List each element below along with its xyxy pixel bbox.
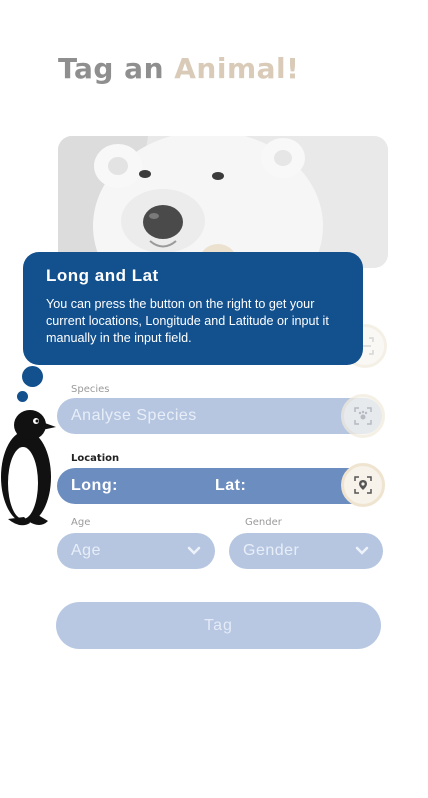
gender-label: Gender <box>245 517 282 528</box>
title-accent: Animal! <box>174 52 300 85</box>
get-location-button[interactable] <box>341 463 385 507</box>
page-title: Tag an Animal! <box>58 52 299 85</box>
longitude-field[interactable]: Long: <box>71 477 118 495</box>
tooltip: Long and Lat You can press the button on… <box>23 252 363 365</box>
tooltip-heading: Long and Lat <box>46 266 159 285</box>
location-input[interactable]: Long: Lat: <box>57 468 382 504</box>
scan-paw-icon <box>354 407 372 425</box>
analyse-species-button[interactable] <box>341 394 385 438</box>
polar-bear-image <box>58 136 388 268</box>
latitude-field[interactable]: Lat: <box>215 477 246 495</box>
location-label: Location <box>71 453 120 464</box>
species-label: Species <box>71 384 110 395</box>
tooltip-body: You can press the button on the right to… <box>46 297 329 345</box>
title-text: Tag an <box>58 52 175 85</box>
tag-button[interactable]: Tag <box>56 602 381 649</box>
age-value: Age <box>71 542 101 559</box>
animal-photo[interactable] <box>58 136 388 268</box>
species-input[interactable]: Analyse Species <box>57 398 382 434</box>
age-select[interactable]: Age <box>57 533 215 569</box>
locate-icon <box>354 476 372 494</box>
penguin-icon <box>1 410 56 526</box>
thought-bubble-large <box>22 366 43 387</box>
thought-bubble-small <box>17 391 28 402</box>
chevron-down-icon <box>355 546 369 555</box>
chevron-down-icon <box>187 546 201 555</box>
gender-value: Gender <box>243 542 300 559</box>
gender-select[interactable]: Gender <box>229 533 383 569</box>
age-label: Age <box>71 517 91 528</box>
